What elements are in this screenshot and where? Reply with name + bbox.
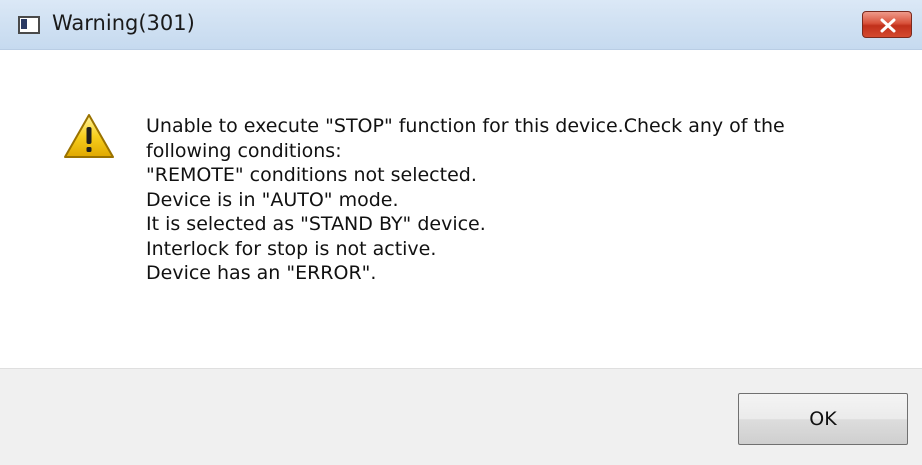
button-bar: OK — [0, 368, 922, 465]
message-line: Interlock for stop is not active. — [146, 237, 437, 260]
title-bar[interactable]: Warning(301) — [0, 0, 922, 50]
warning-icon — [64, 114, 114, 158]
window-title: Warning(301) — [52, 11, 195, 35]
ok-button[interactable]: OK — [738, 393, 908, 445]
message-line: Unable to execute "STOP" function for th… — [146, 115, 785, 137]
close-button[interactable] — [862, 11, 912, 38]
close-icon — [880, 18, 896, 33]
dialog-body: Unable to execute "STOP" function for th… — [0, 50, 922, 368]
message-line: Device is in "AUTO" mode. — [146, 188, 399, 211]
message-line: following conditions: — [146, 139, 342, 162]
message-line: "REMOTE" conditions not selected. — [146, 164, 477, 186]
window-app-icon[interactable] — [18, 16, 40, 34]
message-line: It is selected as "STAND BY" device. — [146, 213, 486, 235]
warning-dialog: Warning(301) Unable to execute "STOP" fu… — [0, 0, 922, 465]
message-line: Device has an "ERROR". — [146, 262, 377, 284]
message-text: Unable to execute "STOP" function for th… — [146, 114, 886, 286]
